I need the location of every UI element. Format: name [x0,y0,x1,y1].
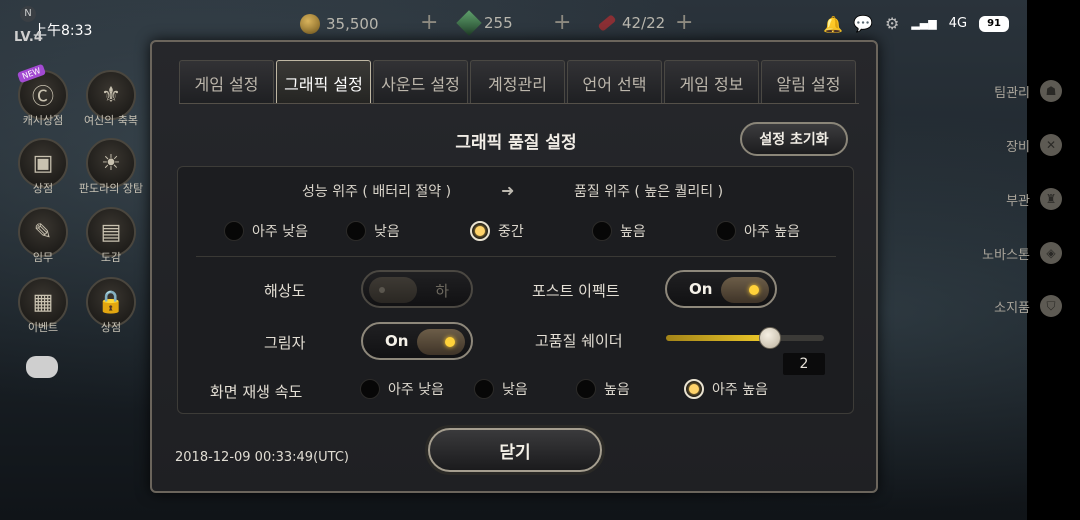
frame-rate-label: 화면 재생 속도 [210,383,303,401]
gem-counter: 255 [456,10,513,36]
tab-sound-settings[interactable]: 사운드 설정 [373,60,468,104]
tab-game-settings[interactable]: 게임 설정 [179,60,274,104]
radio-indicator [470,221,490,241]
settings-dialog: 게임 설정 그래픽 설정 사운드 설정 계정관리 언어 선택 게임 정보 알림 … [150,40,878,493]
slider-thumb[interactable] [759,327,782,349]
shadow-label: 그림자 [264,334,306,352]
coin-icon [300,14,320,34]
resolution-label: 해상도 [264,282,306,300]
tab-graphics-settings[interactable]: 그래픽 설정 [276,60,371,104]
blessing-label: 여신의 축복 [83,114,139,127]
radio-indicator [576,379,596,399]
radio-indicator [592,221,612,241]
framerate-high[interactable]: 높음 [576,379,630,399]
chat-icon[interactable]: 💬 [853,14,873,33]
crossed-swords-icon: ✕ [1040,134,1062,156]
tab-game-info[interactable]: 게임 정보 [664,60,759,104]
add-gold-button[interactable]: + [420,10,438,35]
quality-label: 품질 위주 ( 높은 퀄리티 ) [574,184,724,200]
stone-icon: ◈ [1040,242,1062,264]
gamepad-icon[interactable] [26,356,58,378]
bell-icon[interactable]: 🔔 [823,15,843,34]
network-type: 4G [948,16,968,31]
key-icon [597,14,617,32]
cash-shop-label: 캐시상점 [22,114,64,127]
quality-very-low[interactable]: 아주 낮음 [224,221,308,241]
radio-indicator [224,221,244,241]
toggle-knob [417,329,465,355]
signal-icon: ▂▄▆ [911,17,937,30]
bag-icon: ⛉ [1040,295,1062,317]
add-key-button[interactable]: + [675,10,693,35]
shader-label: 고품질 쉐이더 [535,332,623,350]
adjutant-button[interactable]: 부관 ♜ [1006,188,1062,210]
tab-language[interactable]: 언어 선택 [567,60,662,104]
player-level: LV.4 [14,30,43,45]
resolution-toggle[interactable]: 하 [361,270,473,308]
locked-shop-label: 상점 [100,321,122,334]
reset-settings-button[interactable]: 설정 초기화 [740,122,848,156]
post-effect-label: 포스트 이펙트 [532,282,620,300]
status-bar: N 上午8:33 LV.4 35,500 + 255 + 42/22 + 🔔 💬… [0,0,1027,45]
gear-icon[interactable]: ⚙ [885,14,899,33]
post-effect-toggle[interactable]: On [665,270,777,308]
key-counter: 42/22 [597,14,665,32]
graphics-options-panel: 성능 위주 ( 배터리 절약 ) ➜ 품질 위주 ( 높은 퀄리티 ) 아주 낮… [177,166,854,414]
settings-tabs: 게임 설정 그래픽 설정 사운드 설정 계정관리 언어 선택 게임 정보 알림 … [179,60,856,104]
framerate-very-low[interactable]: 아주 낮음 [360,379,444,399]
shader-value: 2 [783,353,825,375]
pandora-label: 판도라의 장탐 [78,182,144,195]
gold-counter: 35,500 [300,14,379,34]
add-gem-button[interactable]: + [553,10,571,35]
tab-account[interactable]: 계정관리 [470,60,565,104]
toggle-knob [721,277,769,303]
inventory-button[interactable]: 소지품 ⛉ [994,295,1062,317]
radio-indicator [684,379,704,399]
radio-indicator [346,221,366,241]
gem-icon [456,10,482,36]
quality-high[interactable]: 높음 [592,221,646,241]
helmet-icon: ♜ [1040,188,1062,210]
tab-divider [179,103,859,104]
tab-notifications[interactable]: 알림 설정 [761,60,856,104]
codex-label: 도감 [100,251,122,264]
performance-label: 성능 위주 ( 배터리 절약 ) [302,184,452,200]
event-label: 이벤트 [27,321,59,334]
quality-medium[interactable]: 중간 [470,221,524,241]
system-icons: 🔔 💬 ⚙ ▂▄▆ 4G 91 [823,14,1009,34]
framerate-very-high[interactable]: 아주 높음 [684,379,768,399]
server-timestamp: 2018-12-09 00:33:49(UTC) [175,450,349,465]
slider-fill [666,335,771,341]
radio-indicator [716,221,736,241]
framerate-low[interactable]: 낮음 [474,379,528,399]
shop-label: 상점 [32,182,54,195]
arrow-right-icon: ➜ [501,181,515,200]
section-divider [196,256,836,257]
shader-slider[interactable] [666,327,824,349]
novastone-button[interactable]: 노바스톤 ◈ [982,242,1062,264]
shadow-toggle[interactable]: On [361,322,473,360]
battery-indicator: 91 [979,15,1009,32]
mission-label: 임무 [32,251,54,264]
quality-low[interactable]: 낮음 [346,221,400,241]
toggle-knob [369,277,417,303]
team-icon: ☗ [1040,80,1062,102]
radio-indicator [360,379,380,399]
quality-very-high[interactable]: 아주 높음 [716,221,800,241]
equipment-button[interactable]: 장비 ✕ [1006,134,1062,156]
team-manage-button[interactable]: 팀관리 ☗ [994,80,1062,102]
radio-indicator [474,379,494,399]
close-button[interactable]: 닫기 [428,428,602,472]
